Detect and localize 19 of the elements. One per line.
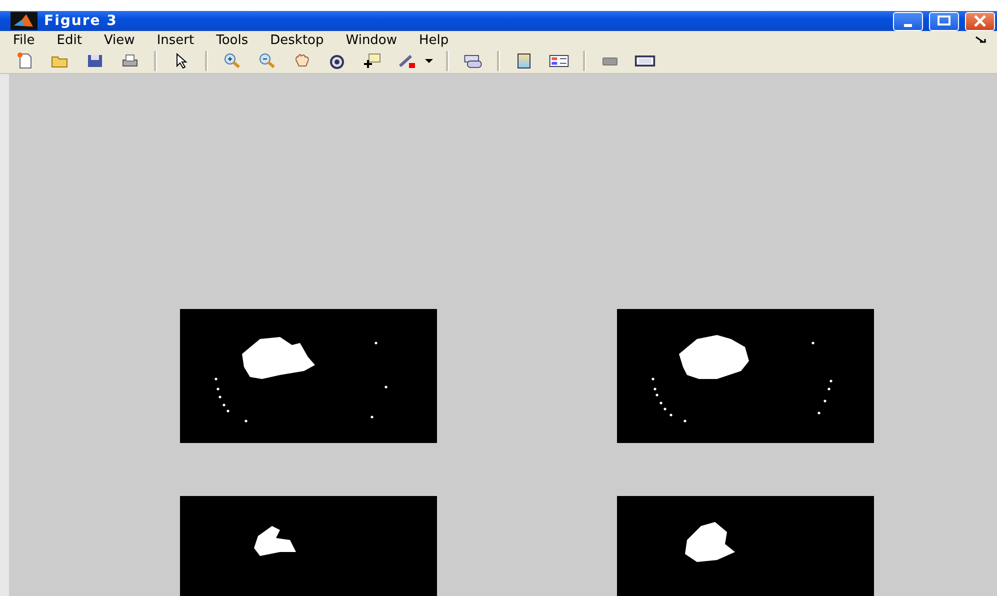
app-icon (10, 12, 38, 30)
menu-item[interactable]: Tools (216, 32, 248, 48)
minimize-button[interactable] (893, 12, 923, 30)
data-cursor-icon[interactable] (361, 51, 383, 71)
menu-item[interactable]: Edit (56, 32, 82, 48)
menu-item[interactable]: View (104, 32, 135, 48)
close-icon (973, 15, 987, 27)
close-button[interactable] (965, 12, 995, 30)
menu-item[interactable]: Help (419, 32, 449, 48)
maximize-icon (937, 15, 951, 27)
window-title: Figure 3 (44, 13, 118, 29)
dock-arrow-icon[interactable] (975, 36, 987, 44)
minimize-icon (904, 24, 912, 26)
menu-item[interactable]: Window (346, 32, 398, 48)
menu-item[interactable]: Insert (156, 32, 194, 48)
caret-icon[interactable] (425, 59, 433, 63)
menu-item[interactable]: Desktop (270, 32, 324, 48)
maximize-button[interactable] (929, 12, 959, 30)
menu-item[interactable]: File (13, 32, 35, 48)
